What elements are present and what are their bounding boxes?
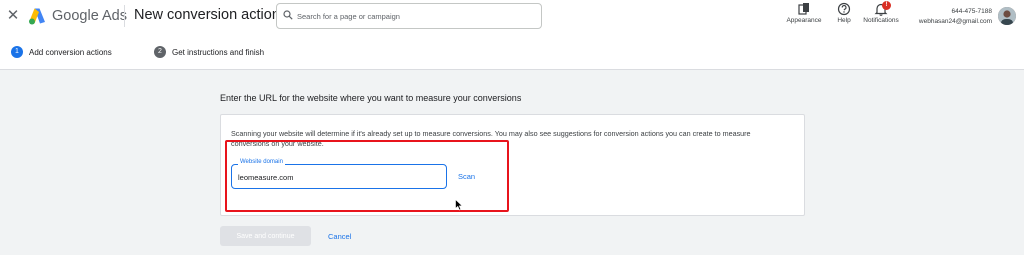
top-app-bar: ✕ Google Ads New conversion action Appea… [0, 0, 1024, 33]
search-icon [283, 10, 293, 20]
close-icon[interactable]: ✕ [5, 7, 21, 25]
help-button[interactable]: Help [834, 2, 854, 30]
page-title: New conversion action [134, 7, 280, 23]
step-2[interactable]: 2 Get instructions and finish [154, 46, 264, 58]
help-icon [837, 2, 851, 16]
cancel-button[interactable]: Cancel [328, 232, 351, 241]
save-and-continue-button[interactable]: Save and continue [220, 226, 311, 246]
notifications-label: Notifications [863, 17, 899, 24]
avatar[interactable] [998, 7, 1016, 25]
step-1-label: Add conversion actions [29, 47, 112, 57]
account-id: 644-475-7188 [951, 8, 992, 15]
account-email: webhasan24@gmail.com [918, 18, 992, 25]
help-label: Help [837, 17, 851, 24]
brand-name: Google Ads [52, 8, 127, 24]
step-1-number: 1 [11, 46, 23, 58]
notification-badge: ! [882, 1, 891, 10]
header-divider [124, 5, 125, 27]
search-box[interactable] [276, 3, 542, 29]
step-1[interactable]: 1 Add conversion actions [11, 46, 112, 58]
appearance-icon [798, 3, 809, 15]
section-heading: Enter the URL for the website where you … [220, 93, 522, 103]
step-2-number: 2 [154, 46, 166, 58]
search-input[interactable] [297, 8, 537, 24]
appearance-button[interactable]: Appearance [784, 2, 824, 30]
account-info[interactable]: 644-475-7188 webhasan24@gmail.com [910, 7, 992, 27]
appearance-label: Appearance [786, 17, 822, 24]
notifications-button[interactable]: ! Notifications [858, 1, 904, 30]
step-2-label: Get instructions and finish [172, 47, 265, 57]
mouse-cursor-icon [455, 199, 463, 211]
red-highlight-box [225, 140, 509, 212]
stepper: 1 Add conversion actions 2 Get instructi… [0, 33, 1024, 70]
user-photo-icon [998, 7, 1016, 25]
google-ads-logo-icon [29, 8, 45, 25]
